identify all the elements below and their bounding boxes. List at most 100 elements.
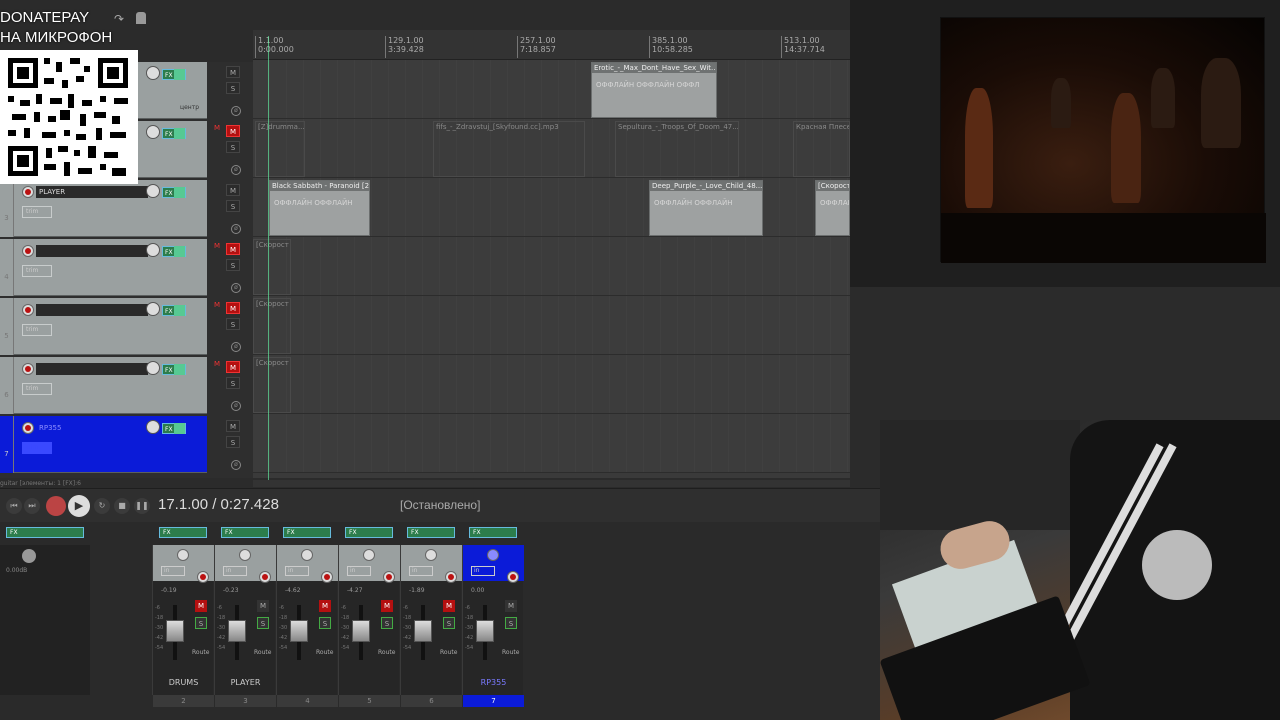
master-fx-button[interactable]: FX [6, 527, 84, 538]
media-item[interactable]: fifs_-_Zdravstuj_[Skyfound.cc].mp3 [433, 121, 585, 177]
track-header[interactable]: FX trim [14, 239, 207, 296]
phase-icon[interactable]: ø [231, 283, 241, 293]
mute-button[interactable]: M [226, 184, 240, 196]
phase-icon[interactable]: ø [231, 165, 241, 175]
track-lane[interactable]: Black Sabbath - Paranoid [2... ОФФЛАЙН О… [253, 178, 850, 237]
record-arm-button[interactable] [383, 571, 395, 583]
input-button[interactable]: in [409, 566, 433, 576]
route-button[interactable]: Route [378, 649, 395, 656]
master-knob[interactable] [22, 549, 36, 563]
volume-fader[interactable] [414, 620, 432, 642]
input-button[interactable]: in [347, 566, 371, 576]
pan-knob[interactable] [177, 549, 189, 561]
solo-button[interactable]: S [226, 259, 240, 271]
arrange-view[interactable]: Erotic_-_Max_Dont_Have_Sex_Wit... ОФФЛАЙ… [253, 60, 850, 478]
fx-button[interactable]: FX [221, 527, 269, 538]
volume-knob[interactable] [146, 420, 160, 434]
lock-icon[interactable] [136, 12, 146, 24]
route-button[interactable]: Route [192, 649, 209, 656]
volume-knob[interactable] [146, 125, 160, 139]
track-lane[interactable]: [Скорост [253, 355, 850, 414]
solo-button[interactable]: S [226, 200, 240, 212]
volume-fader[interactable] [352, 620, 370, 642]
track-lane[interactable]: [Z]drumma... fifs_-_Zdravstuj_[Skyfound.… [253, 119, 850, 178]
media-item[interactable]: [Z]drumma... [255, 121, 305, 177]
volume-fader[interactable] [476, 620, 494, 642]
input-button[interactable]: in [285, 566, 309, 576]
media-item[interactable]: [Скорость ОФФЛАЙН [815, 180, 850, 236]
fx-bypass-button[interactable] [174, 423, 185, 434]
mute-button[interactable]: M [505, 600, 517, 612]
input-button[interactable]: in [161, 566, 185, 576]
fx-button[interactable]: FX [407, 527, 455, 538]
record-arm-button[interactable] [22, 363, 34, 375]
track-header[interactable]: FX trim [14, 298, 207, 355]
record-arm-button[interactable] [22, 422, 34, 434]
track-header[interactable]: FX trim [14, 357, 207, 414]
track-name[interactable] [36, 363, 148, 375]
record-arm-button[interactable] [22, 304, 34, 316]
volume-knob[interactable] [146, 66, 160, 80]
fx-button[interactable]: FX [283, 527, 331, 538]
mute-button[interactable]: M [381, 600, 393, 612]
input-button[interactable]: in [223, 566, 247, 576]
track-header-selected[interactable]: RP355 FX trim [14, 416, 207, 473]
media-item[interactable]: Красная Плесен... [793, 121, 850, 177]
phase-icon[interactable]: ø [231, 224, 241, 234]
solo-button[interactable]: S [257, 617, 269, 629]
track-header[interactable]: PLAYER FX trim [14, 180, 207, 237]
volume-knob[interactable] [146, 243, 160, 257]
record-arm-button[interactable] [259, 571, 271, 583]
media-item[interactable]: [Скорост [253, 357, 291, 413]
mute-button[interactable]: M [226, 361, 240, 373]
mixer-strip-selected[interactable]: FX in 0.00 -6 -18 -30 -42 -54 M S Route RP35… [462, 527, 524, 707]
trim-button[interactable]: trim [22, 442, 52, 454]
input-button[interactable]: in [471, 566, 495, 576]
master-strip[interactable]: FX 0.00dB [0, 527, 90, 695]
trim-button[interactable]: trim [22, 324, 52, 336]
mute-button[interactable]: M [226, 420, 240, 432]
solo-button[interactable]: S [443, 617, 455, 629]
track-name[interactable]: PLAYER [36, 186, 148, 198]
solo-button[interactable]: S [505, 617, 517, 629]
trim-button[interactable]: trim [22, 206, 52, 218]
fx-button[interactable]: FX [469, 527, 517, 538]
route-button[interactable]: Route [316, 649, 333, 656]
pan-knob[interactable] [301, 549, 313, 561]
solo-button[interactable]: S [226, 436, 240, 448]
media-item[interactable]: Sepultura_-_Troops_Of_Doom_47... [615, 121, 739, 177]
solo-button[interactable]: S [226, 318, 240, 330]
pan-knob[interactable] [239, 549, 251, 561]
mixer-strip[interactable]: FX in -4.27 -6 -18 -30 -42 -54 M S Route 5 [338, 527, 400, 707]
mixer-strip[interactable]: FX in -4.62 -6 -18 -30 -42 -54 M S Route 4 [276, 527, 338, 707]
mixer-strip[interactable]: FX in -1.89 -6 -18 -30 -42 -54 M S Route 6 [400, 527, 462, 707]
solo-button[interactable]: S [226, 141, 240, 153]
media-item[interactable]: Deep_Purple_-_Love_Child_48... ОФФЛАЙН О… [649, 180, 763, 236]
media-item[interactable]: [Скорост [253, 239, 291, 295]
phase-icon[interactable]: ø [231, 460, 241, 470]
mute-button[interactable]: M [226, 243, 240, 255]
volume-knob[interactable] [146, 361, 160, 375]
track-name[interactable] [36, 245, 148, 257]
route-button[interactable]: Route [254, 649, 271, 656]
playhead-cursor[interactable] [268, 36, 269, 481]
track-lane[interactable]: Erotic_-_Max_Dont_Have_Sex_Wit... ОФФЛАЙ… [253, 60, 850, 119]
volume-fader[interactable] [228, 620, 246, 642]
pan-knob[interactable] [363, 549, 375, 561]
solo-button[interactable]: S [319, 617, 331, 629]
mute-button[interactable]: M [257, 600, 269, 612]
fx-bypass-button[interactable] [174, 69, 185, 80]
fx-bypass-button[interactable] [174, 305, 185, 316]
record-arm-button[interactable] [445, 571, 457, 583]
phase-icon[interactable]: ø [231, 342, 241, 352]
record-arm-button[interactable] [507, 571, 519, 583]
volume-knob[interactable] [146, 184, 160, 198]
track-lane[interactable]: [Скорост [253, 296, 850, 355]
mute-button[interactable]: M [226, 66, 240, 78]
solo-button[interactable]: S [195, 617, 207, 629]
volume-knob[interactable] [146, 302, 160, 316]
fx-bypass-button[interactable] [174, 187, 185, 198]
volume-fader[interactable] [166, 620, 184, 642]
media-item[interactable]: [Скорост [253, 298, 291, 354]
undo-icon[interactable]: ↷ [114, 12, 124, 26]
